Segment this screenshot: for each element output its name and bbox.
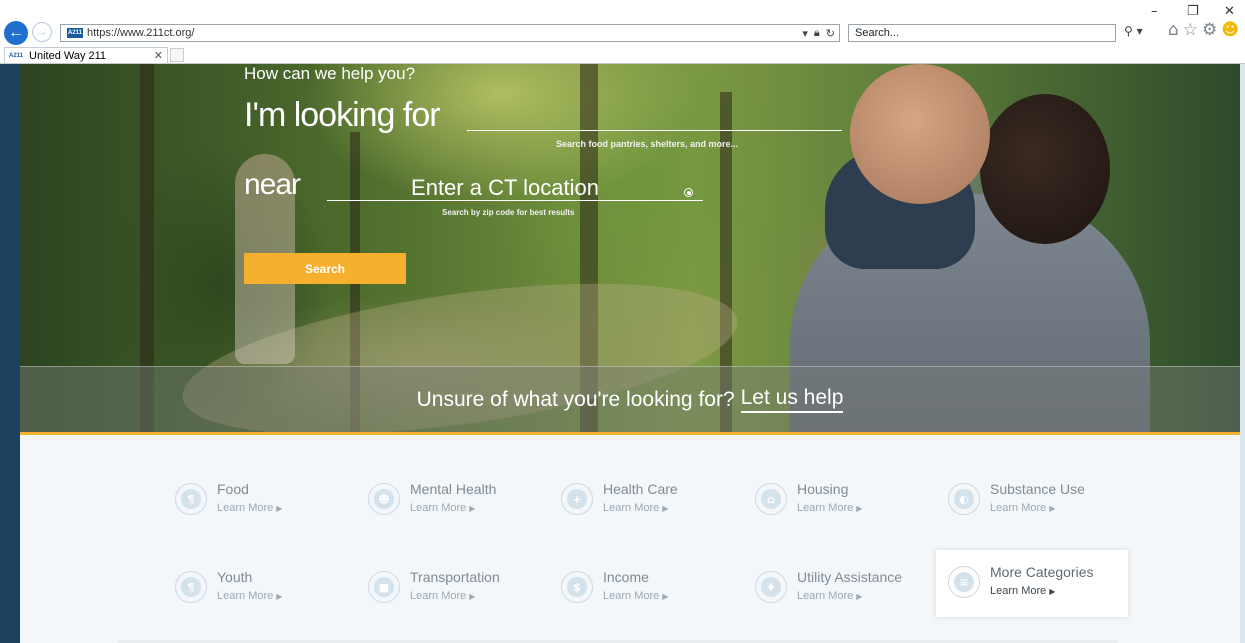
category-mental-health[interactable]: ☻ Mental Health Learn More ▶: [368, 481, 543, 531]
location-hint: Search by zip code for best results: [442, 208, 575, 217]
category-food[interactable]: ¶ Food Learn More ▶: [175, 481, 350, 531]
search-button[interactable]: Search: [244, 253, 406, 284]
learn-more-link[interactable]: Learn More ▶: [990, 502, 1085, 514]
head-icon: ☻: [368, 483, 400, 515]
site-favicon-icon: A211: [67, 28, 83, 38]
lock-icon[interactable]: 🔒︎: [814, 26, 820, 40]
category-more-categories[interactable]: ≡ More Categories Learn More ▶: [936, 550, 1128, 617]
category-transportation[interactable]: ■ Transportation Learn More ▶: [368, 569, 543, 619]
triangle-right-icon: ▶: [662, 504, 669, 513]
looking-for-hint: Search food pantries, shelters, and more…: [556, 139, 739, 149]
triangle-right-icon: ▶: [276, 592, 283, 601]
category-substance-use[interactable]: ◐ Substance Use Learn More ▶: [948, 481, 1123, 531]
category-title: Income: [603, 569, 649, 585]
triangle-right-icon: ▶: [1049, 587, 1056, 596]
search-icon[interactable]: ⚲: [1124, 24, 1133, 38]
category-title: More Categories: [990, 564, 1094, 580]
forward-button[interactable]: →: [32, 22, 52, 42]
feedback-smiley-icon[interactable]: ☻: [1221, 20, 1239, 40]
hero-section: How can we help you? I'm looking for Sea…: [20, 64, 1240, 432]
category-title: Youth: [217, 569, 253, 585]
coin-icon: $: [561, 571, 593, 603]
looking-for-input[interactable]: [467, 130, 842, 131]
category-health-care[interactable]: + Health Care Learn More ▶: [561, 481, 736, 531]
page-content: How can we help you? I'm looking for Sea…: [20, 64, 1240, 643]
pill-icon: ◐: [948, 483, 980, 515]
category-title: Mental Health: [410, 481, 497, 497]
bus-icon: ■: [368, 571, 400, 603]
medical-kit-icon: +: [561, 483, 593, 515]
let-us-help-link[interactable]: Let us help: [740, 386, 844, 413]
dropdown-icon[interactable]: ▾: [802, 27, 808, 40]
triangle-right-icon: ▶: [1049, 504, 1056, 513]
learn-more-link[interactable]: Learn More ▶: [603, 502, 678, 514]
help-text: Unsure of what you're looking for?: [416, 387, 735, 411]
forward-arrow-icon: →: [36, 26, 48, 38]
address-url[interactable]: https://www.211ct.org/: [87, 27, 194, 39]
address-bar-tools: ▾ 🔒︎ ↻: [802, 25, 835, 41]
hero-baby: [850, 64, 990, 204]
category-title: Health Care: [603, 481, 678, 497]
current-location-icon[interactable]: [684, 188, 693, 197]
page-viewport: How can we help you? I'm looking for Sea…: [0, 64, 1245, 643]
browser-tab[interactable]: A211 United Way 211 ✕: [4, 47, 168, 64]
categories-section: ¶ Food Learn More ▶ ☻ Mental Health Learn…: [20, 435, 1240, 643]
learn-more-link[interactable]: Learn More ▶: [797, 502, 862, 514]
triangle-right-icon: ▶: [856, 592, 863, 601]
help-band: Unsure of what you're looking for? Let u…: [20, 366, 1240, 432]
utensils-icon: ¶: [175, 483, 207, 515]
location-input[interactable]: [327, 175, 703, 201]
restore-icon[interactable]: ❐: [1187, 4, 1199, 19]
close-window-icon[interactable]: ✕: [1224, 4, 1235, 19]
lightbulb-icon: ♦: [755, 571, 787, 603]
list-icon: ≡: [948, 566, 980, 598]
hero-father-head: [980, 94, 1110, 244]
children-icon: ¶: [175, 571, 207, 603]
triangle-right-icon: ▶: [469, 592, 476, 601]
triangle-right-icon: ▶: [469, 504, 476, 513]
new-tab-button[interactable]: [170, 48, 184, 62]
category-housing[interactable]: ⌂ Housing Learn More ▶: [755, 481, 930, 531]
triangle-right-icon: ▶: [856, 504, 863, 513]
refresh-icon[interactable]: ↻: [826, 27, 835, 40]
triangle-right-icon: ▶: [276, 504, 283, 513]
address-bar[interactable]: A211 https://www.211ct.org/ ▾ 🔒︎ ↻: [60, 24, 840, 42]
near-label: near: [244, 168, 301, 201]
tab-close-icon[interactable]: ✕: [154, 49, 163, 62]
learn-more-link[interactable]: Learn More ▶: [410, 590, 500, 602]
triangle-right-icon: ▶: [662, 592, 669, 601]
category-utility-assistance[interactable]: ♦ Utility Assistance Learn More ▶: [755, 569, 930, 619]
settings-gear-icon[interactable]: ⚙: [1202, 20, 1217, 40]
page-scrollbar[interactable]: [1240, 64, 1245, 643]
category-income[interactable]: $ Income Learn More ▶: [561, 569, 736, 619]
favorites-star-icon[interactable]: ☆: [1183, 20, 1198, 40]
browser-chrome: – ❐ ✕ ← → A211 https://www.211ct.org/ ▾ …: [0, 0, 1245, 64]
category-title: Housing: [797, 481, 849, 497]
learn-more-link[interactable]: Learn More ▶: [410, 502, 496, 514]
tab-title: United Way 211: [29, 50, 107, 62]
learn-more-link[interactable]: Learn More ▶: [603, 590, 668, 602]
hero-question: How can we help you?: [244, 64, 416, 83]
back-arrow-icon: ←: [8, 24, 24, 41]
tab-favicon-icon: A211: [9, 53, 24, 59]
browser-search-input[interactable]: Search...: [848, 24, 1116, 42]
category-title: Substance Use: [990, 481, 1085, 497]
learn-more-link[interactable]: Learn More ▶: [217, 502, 282, 514]
back-button[interactable]: ←: [4, 21, 28, 45]
learn-more-link[interactable]: Learn More ▶: [797, 590, 902, 602]
category-title: Transportation: [410, 569, 500, 585]
browser-toolbar: ⌂ ☆ ⚙ ☻: [1168, 20, 1239, 40]
learn-more-link[interactable]: Learn More ▶: [990, 585, 1094, 597]
learn-more-link[interactable]: Learn More ▶: [217, 590, 282, 602]
looking-for-label: I'm looking for: [244, 96, 441, 134]
category-youth[interactable]: ¶ Youth Learn More ▶: [175, 569, 350, 619]
home-icon[interactable]: ⌂: [1168, 20, 1179, 40]
search-options[interactable]: ⚲ ▾: [1124, 24, 1143, 38]
category-title: Utility Assistance: [797, 569, 903, 585]
house-icon: ⌂: [755, 483, 787, 515]
category-title: Food: [217, 481, 249, 497]
minimize-icon[interactable]: –: [1151, 4, 1158, 19]
